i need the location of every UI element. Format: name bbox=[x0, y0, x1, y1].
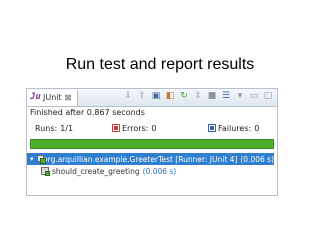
next-failure-icon[interactable]: ⇩ bbox=[123, 91, 133, 102]
slide-title: Run test and report results bbox=[65, 56, 255, 73]
tree-row-test[interactable]: should_create_greeting (0.006 s) bbox=[27, 165, 277, 177]
junit-view: Ju JUnit ⊠ ⇩ ⇧ ▣ ◧ ↻ ⇳ ■ ☰ ▾ ▭ □ Finishe… bbox=[26, 88, 278, 196]
failure-icon bbox=[208, 124, 216, 132]
test-elapsed: (0.006 s) bbox=[142, 166, 177, 176]
suite-label: org.arquillian.example.GreeterTest [Runn… bbox=[43, 154, 238, 164]
minimize-icon[interactable]: ▭ bbox=[249, 91, 259, 102]
view-menu-icon[interactable]: ▾ bbox=[235, 91, 245, 102]
status-message: Finished after 0.867 seconds bbox=[30, 108, 145, 117]
errors-counter: Errors: 0 bbox=[112, 123, 209, 133]
test-suite-icon bbox=[36, 155, 46, 164]
failures-value: 0 bbox=[254, 123, 260, 133]
test-label: should_create_greeting bbox=[52, 166, 140, 176]
rerun-failed-icon[interactable]: ↻ bbox=[179, 91, 189, 102]
maximize-icon[interactable]: □ bbox=[263, 91, 273, 102]
runs-label: Runs: bbox=[35, 123, 58, 133]
stop-icon[interactable]: ■ bbox=[207, 91, 217, 102]
rerun-test-icon[interactable]: ◧ bbox=[165, 91, 175, 102]
previous-failure-icon[interactable]: ⇧ bbox=[137, 91, 147, 102]
runs-value: 1/1 bbox=[60, 123, 74, 133]
runs-counter: Runs: 1/1 bbox=[35, 124, 113, 133]
history-icon[interactable]: ☰ bbox=[221, 91, 231, 102]
test-passed-icon bbox=[41, 167, 50, 176]
error-icon bbox=[112, 124, 120, 132]
collapse-icon[interactable]: ▾ bbox=[30, 155, 34, 163]
view-toolbar: ⇩ ⇧ ▣ ◧ ↻ ⇳ ■ ☰ ▾ ▭ □ bbox=[123, 91, 273, 102]
junit-icon: Ju bbox=[30, 92, 41, 102]
scroll-lock-icon[interactable]: ⇳ bbox=[193, 91, 203, 102]
show-failures-only-icon[interactable]: ▣ bbox=[151, 91, 161, 102]
errors-label: Errors: bbox=[122, 123, 149, 133]
tab-junit[interactable]: Ju JUnit ⊠ bbox=[27, 89, 79, 106]
errors-value: 0 bbox=[151, 123, 157, 133]
progress-bar bbox=[30, 139, 274, 149]
view-tab-bar: Ju JUnit ⊠ ⇩ ⇧ ▣ ◧ ↻ ⇳ ■ ☰ ▾ ▭ □ bbox=[27, 89, 277, 107]
suite-elapsed: (0.006 s) bbox=[240, 154, 274, 164]
failures-label: Failures: bbox=[218, 123, 252, 133]
tab-junit-label: JUnit bbox=[43, 93, 62, 102]
test-tree: ▾ org.arquillian.example.GreeterTest [Ru… bbox=[27, 153, 277, 177]
failures-counter: Failures: 0 bbox=[208, 123, 260, 133]
tree-row-suite[interactable]: ▾ org.arquillian.example.GreeterTest [Ru… bbox=[27, 153, 274, 165]
close-icon[interactable]: ⊠ bbox=[65, 93, 72, 102]
counters-row: Runs: 1/1 Errors: 0 Failures: 0 bbox=[27, 119, 277, 137]
